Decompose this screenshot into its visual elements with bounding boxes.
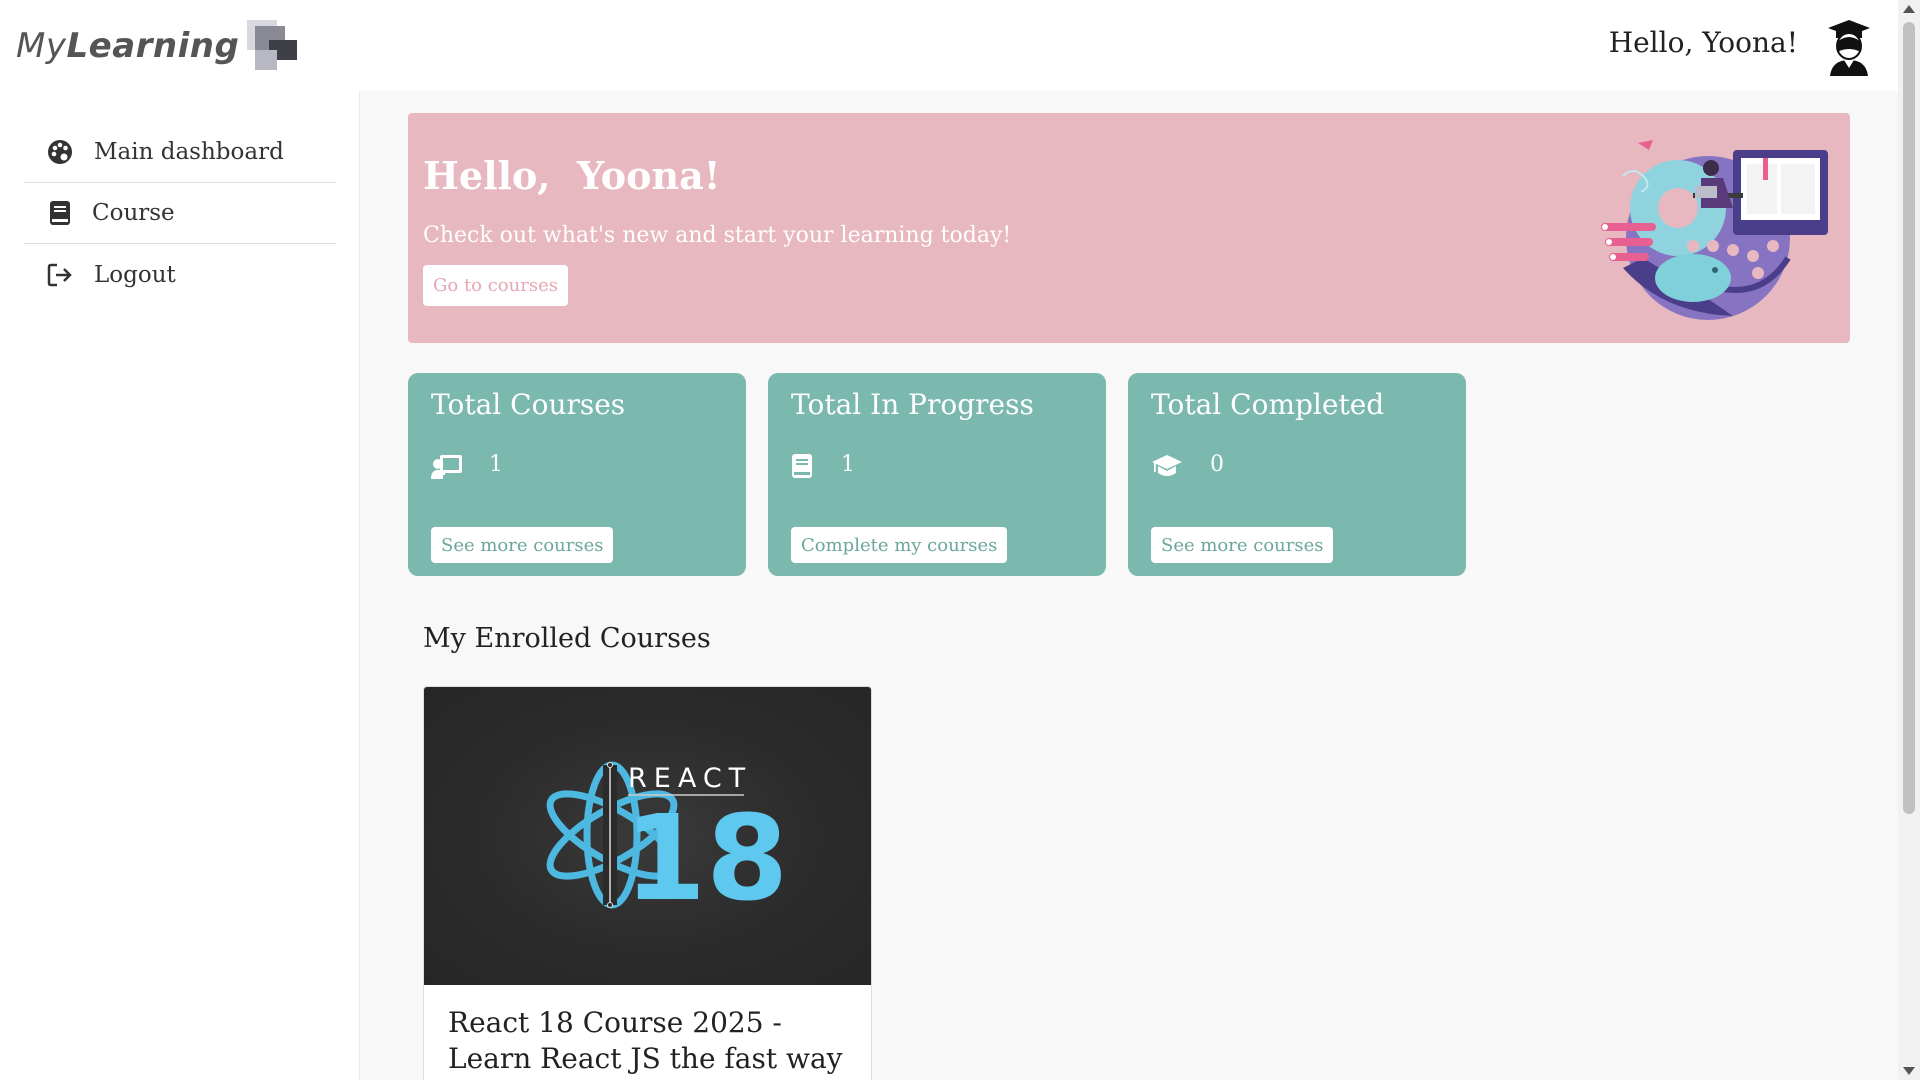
banner-subtitle: Check out what's new and start your lear… (423, 223, 1012, 248)
sidebar-item-label: Main dashboard (94, 139, 284, 165)
book-icon (46, 199, 74, 227)
stat-title: Total Completed (1151, 388, 1385, 421)
stat-value: 1 (489, 452, 503, 477)
welcome-banner: Hello, Yoona! Check out what's new and s… (408, 113, 1850, 343)
learning-illustration (1583, 138, 1828, 323)
stat-card-total-courses: Total Courses 1 See more courses (408, 373, 746, 576)
sidebar-item-label: Logout (94, 261, 176, 288)
stat-value: 0 (1210, 452, 1224, 477)
see-more-courses-button[interactable]: See more courses (431, 527, 614, 563)
thumb-number: 18 (624, 789, 788, 927)
sidebar-item-main-dashboard[interactable]: Main dashboard (24, 122, 336, 183)
course-thumbnail: REACT 18 (424, 687, 871, 985)
stat-value: 1 (841, 452, 855, 477)
scroll-up-icon[interactable] (1903, 5, 1915, 13)
stat-card-total-completed: Total Completed 0 See more courses (1128, 373, 1466, 576)
course-title[interactable]: React 18 Course 2025 - Learn React JS th… (448, 1005, 848, 1077)
banner-title: Hello, Yoona! (423, 153, 721, 198)
main-content: Hello, Yoona! Check out what's new and s… (360, 91, 1898, 1080)
scroll-down-icon[interactable] (1903, 1067, 1915, 1075)
chalkboard-teacher-icon (431, 453, 463, 481)
course-card[interactable]: REACT 18 React 18 Course 2025 - Learn Re… (423, 686, 872, 1080)
student-graduate-icon[interactable] (1826, 18, 1872, 78)
go-to-courses-button[interactable]: Go to courses (423, 265, 568, 306)
logo-text: MyLearning (16, 26, 240, 66)
book-icon (791, 453, 823, 481)
logo-mark-icon (247, 20, 301, 72)
mylearning-logo[interactable]: MyLearning (16, 20, 301, 72)
enrolled-courses-heading: My Enrolled Courses (423, 623, 711, 654)
logout-icon (46, 261, 74, 289)
vertical-scrollbar[interactable] (1898, 0, 1920, 1080)
sidebar: Main dashboard Course Logout (0, 91, 360, 1080)
scroll-thumb[interactable] (1903, 22, 1915, 814)
complete-my-courses-button[interactable]: Complete my courses (791, 527, 1008, 563)
stat-title: Total Courses (431, 388, 626, 421)
stat-title: Total In Progress (791, 388, 1034, 421)
sidebar-item-logout[interactable]: Logout (24, 244, 336, 305)
palette-icon (46, 138, 74, 166)
sidebar-item-course[interactable]: Course (24, 183, 336, 244)
see-more-courses-button[interactable]: See more courses (1151, 527, 1334, 563)
top-header: MyLearning Hello, Yoona! (0, 0, 1898, 91)
sidebar-item-label: Course (92, 200, 175, 226)
graduation-cap-icon (1151, 453, 1183, 481)
stat-card-total-in-progress: Total In Progress 1 Complete my courses (768, 373, 1106, 576)
header-greeting: Hello, Yoona! (1608, 26, 1798, 59)
